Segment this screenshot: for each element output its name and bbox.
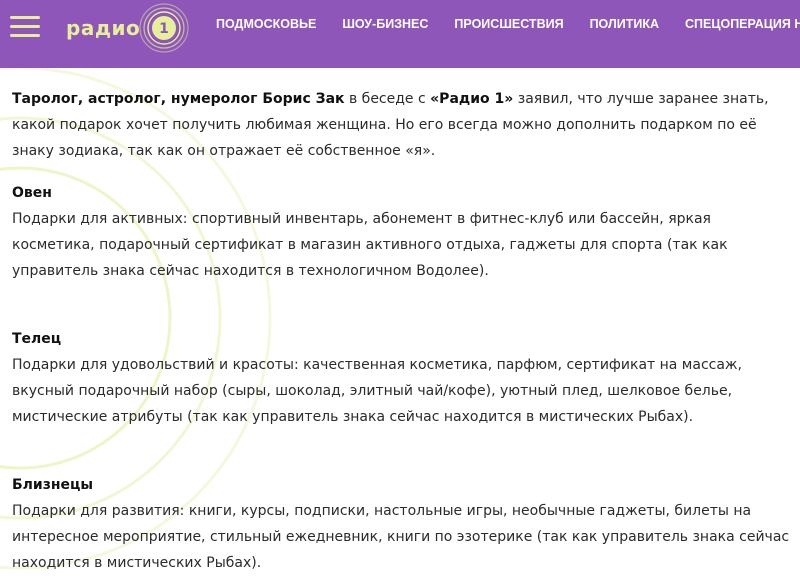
intro-expert: Таролог, астролог, нумеролог Борис Зак [12, 91, 345, 107]
nav-item-special-operation[interactable]: СПЕЦОПЕРАЦИЯ НА УКРАИНЕ [685, 17, 800, 31]
sign-title-aries: Овен [12, 185, 52, 201]
nav-item-show-business[interactable]: ШОУ-БИЗНЕС [342, 17, 428, 31]
sign-text-taurus: Подарки для удовольствий и красоты: каче… [12, 357, 742, 425]
sign-text-gemini: Подарки для развития: книги, курсы, подп… [12, 503, 790, 571]
article-body: Таролог, астролог, нумеролог Борис Зак в… [12, 86, 792, 576]
sign-title-taurus: Телец [12, 331, 62, 347]
logo-text: радио [66, 16, 141, 40]
site-header: радио 1 ПОДМОСКОВЬЕ ШОУ-БИЗНЕС ПРОИСШЕСТ… [0, 0, 800, 68]
logo[interactable]: радио 1 [58, 2, 189, 60]
intro-radio: «Радио 1» [430, 91, 514, 107]
main-nav: ПОДМОСКОВЬЕ ШОУ-БИЗНЕС ПРОИСШЕСТВИЯ ПОЛИ… [216, 17, 800, 31]
intro-text-mid: в беседе с [344, 91, 431, 107]
sign-text-aries: Подарки для активных: спортивный инвента… [12, 211, 728, 279]
nav-item-incidents[interactable]: ПРОИСШЕСТВИЯ [454, 17, 563, 31]
logo-number: 1 [159, 21, 169, 37]
nav-item-politics[interactable]: ПОЛИТИКА [590, 17, 659, 31]
logo-circle-icon: 1 [139, 3, 189, 53]
nav-item-podmoskovye[interactable]: ПОДМОСКОВЬЕ [216, 17, 316, 31]
article-intro: Таролог, астролог, нумеролог Борис Зак в… [12, 86, 792, 164]
menu-icon[interactable] [10, 14, 40, 38]
sign-title-gemini: Близнецы [12, 477, 94, 493]
